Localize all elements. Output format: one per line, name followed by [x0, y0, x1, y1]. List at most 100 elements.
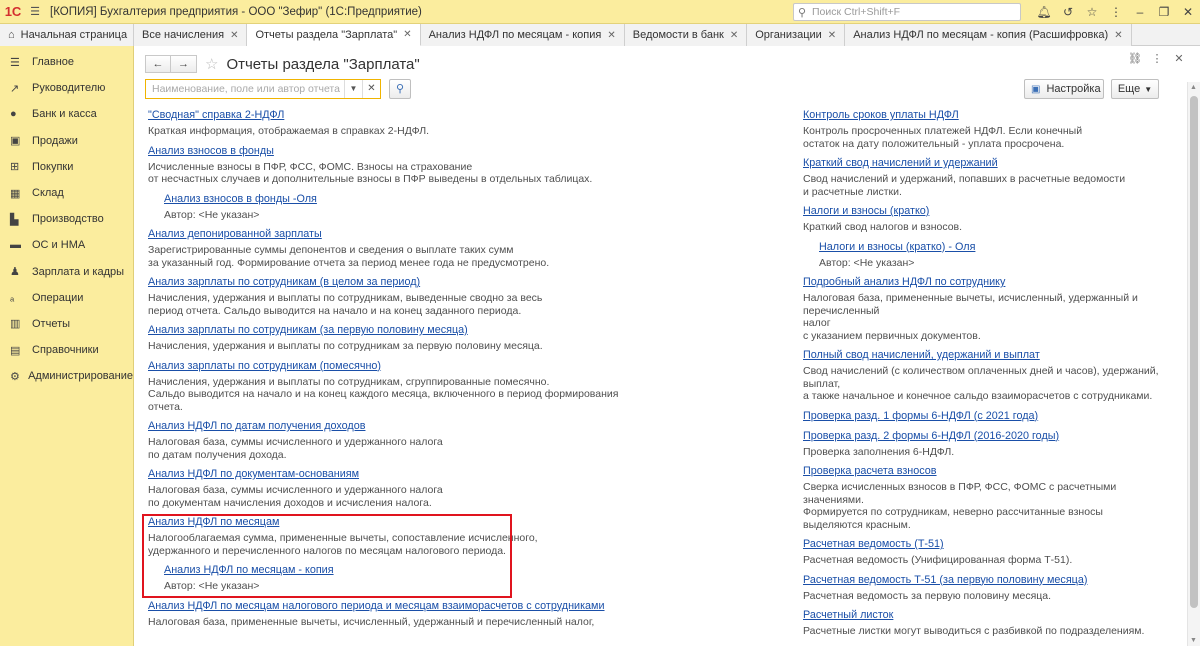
- report-link[interactable]: Расчетный листок: [803, 608, 1188, 622]
- chevron-down-icon: ▼: [1144, 84, 1153, 94]
- close-tab-icon[interactable]: ✕: [403, 29, 411, 40]
- tab-home[interactable]: ⌂ Начальная страница: [0, 24, 134, 46]
- report-item: Контроль сроков уплаты НДФЛ Контроль прос…: [803, 108, 1188, 150]
- sidebar-item-bank[interactable]: ● Банк и касса: [0, 101, 133, 127]
- link-icon[interactable]: ⛓: [1124, 52, 1146, 65]
- sidebar-item-salary[interactable]: ♟ Зарплата и кадры: [0, 259, 133, 285]
- sidebar-item-label: Зарплата и кадры: [32, 265, 125, 278]
- report-link[interactable]: Контроль сроков уплаты НДФЛ: [803, 108, 1188, 122]
- sidebar-item-fixed-assets[interactable]: ▬ ОС и НМА: [0, 232, 133, 258]
- report-link[interactable]: Анализ НДФЛ по месяцам налогового период…: [148, 599, 648, 613]
- report-variant-link[interactable]: Анализ НДФЛ по месяцам - копия: [164, 563, 648, 577]
- tab-organizations[interactable]: Организации ✕: [747, 24, 846, 46]
- report-link[interactable]: Анализ НДФЛ по месяцам: [148, 515, 648, 529]
- close-form-icon[interactable]: ✕: [1168, 52, 1190, 65]
- coin-icon: ●: [10, 108, 17, 121]
- report-item: Расчетный листок Расчетные листки могут в…: [803, 608, 1188, 638]
- vertical-scrollbar[interactable]: ▲ ▼: [1187, 82, 1200, 646]
- sidebar-item-reports[interactable]: ▥ Отчеты: [0, 311, 133, 337]
- tab-ndfl-monthly-copy-details[interactable]: Анализ НДФЛ по месяцам - копия (Расшифро…: [845, 24, 1132, 46]
- tab-label: Анализ НДФЛ по месяцам - копия (Расшифро…: [853, 29, 1109, 41]
- restore-icon[interactable]: ❐: [1152, 5, 1176, 19]
- close-tab-icon[interactable]: ✕: [828, 30, 836, 41]
- report-link[interactable]: Анализ зарплаты по сотрудникам (помесячн…: [148, 359, 648, 373]
- tab-label: Ведомости в банк: [632, 29, 724, 41]
- scrollbar-thumb[interactable]: [1190, 96, 1198, 608]
- page-title: Отчеты раздела "Зарплата": [226, 55, 420, 73]
- sidebar-item-operations[interactable]: ₐ Операции: [0, 285, 133, 311]
- sidebar-item-label: Администрирование: [28, 370, 133, 383]
- report-link[interactable]: Расчетная ведомость (Т-51): [803, 537, 1188, 551]
- bell-icon[interactable]: 🔔︎: [1032, 5, 1056, 19]
- report-description: Налоговая база, примененные вычеты, исчи…: [148, 615, 595, 628]
- report-link[interactable]: Полный свод начислений, удержаний и выпл…: [803, 348, 1188, 362]
- tab-ndfl-monthly-copy[interactable]: Анализ НДФЛ по месяцам - копия ✕: [420, 24, 625, 46]
- report-link[interactable]: Проверка разд. 2 формы 6-НДФЛ (2016-2020…: [803, 429, 1188, 443]
- report-item: Проверка разд. 1 формы 6-НДФЛ (с 2021 го…: [803, 409, 1188, 423]
- operations-icon: ₐ: [10, 291, 15, 304]
- cart-icon: ⊞: [10, 161, 20, 174]
- report-variant-author: Автор: <Не указан>: [819, 256, 915, 269]
- report-link[interactable]: Краткий свод начислений и удержаний: [803, 156, 1188, 170]
- report-link[interactable]: Подробный анализ НДФЛ по сотруднику: [803, 275, 1188, 289]
- report-link[interactable]: Налоги и взносы (кратко): [803, 204, 1188, 218]
- settings-button[interactable]: ▣ Настройка: [1024, 79, 1104, 99]
- favorite-star-icon[interactable]: ☆: [205, 55, 218, 73]
- report-link[interactable]: Расчетная ведомость Т-51 (за первую поло…: [803, 573, 1188, 587]
- report-description: Начисления, удержания и выплаты по сотру…: [148, 340, 543, 352]
- report-link[interactable]: "Сводная" справка 2-НДФЛ: [148, 108, 648, 122]
- sidebar-item-manager[interactable]: ↗ Руководителю: [0, 75, 133, 101]
- back-button[interactable]: ←: [145, 55, 171, 73]
- close-icon[interactable]: ✕: [1176, 5, 1200, 19]
- close-tab-icon[interactable]: ✕: [730, 30, 738, 41]
- sidebar-item-references[interactable]: ▤ Справочники: [0, 337, 133, 363]
- report-description: налог: [803, 317, 831, 329]
- sidebar-item-production[interactable]: ▙ Производство: [0, 206, 133, 232]
- report-variant-link[interactable]: Анализ взносов в фонды -Оля: [164, 192, 648, 206]
- scroll-up-icon[interactable]: ▲: [1190, 84, 1197, 91]
- report-link[interactable]: Анализ депонированной зарплаты: [148, 227, 648, 241]
- sidebar-item-warehouse[interactable]: ▦ Склад: [0, 180, 133, 206]
- find-button[interactable]: ⚲: [389, 79, 411, 99]
- report-link[interactable]: Анализ НДФЛ по датам получения доходов: [148, 419, 648, 433]
- report-link[interactable]: Анализ зарплаты по сотрудникам (в целом …: [148, 275, 648, 289]
- report-variant: Анализ взносов в фонды -Оля Автор: <Не ук…: [164, 192, 648, 222]
- report-link[interactable]: Анализ зарплаты по сотрудникам (за перву…: [148, 323, 648, 337]
- tab-label: Организации: [755, 29, 822, 41]
- sidebar-item-label: Руководителю: [32, 82, 106, 95]
- report-link[interactable]: Анализ взносов в фонды: [148, 144, 648, 158]
- more-button[interactable]: Еще ▼: [1111, 79, 1159, 99]
- list-icon: ☰: [10, 56, 20, 69]
- close-tab-icon[interactable]: ✕: [607, 30, 615, 41]
- minimize-icon[interactable]: –: [1128, 5, 1152, 19]
- global-search-input[interactable]: ⚲ Поиск Ctrl+Shift+F: [793, 3, 1021, 21]
- close-tab-icon[interactable]: ✕: [1114, 30, 1122, 41]
- report-description: Зарегистрированные суммы депонентов и св…: [148, 244, 514, 256]
- menu-icon[interactable]: ☰: [26, 0, 44, 24]
- tab-salary-reports[interactable]: Отчеты раздела "Зарплата" ✕: [247, 24, 421, 46]
- star-icon[interactable]: ☆: [1080, 5, 1104, 19]
- report-link[interactable]: Проверка расчета взносов: [803, 464, 1188, 478]
- report-description: Исчисленные взносы в ПФР, ФСС, ФОМС. Взн…: [148, 160, 473, 173]
- more-menu-icon[interactable]: ⋮: [1146, 52, 1168, 65]
- report-item: Расчетная ведомость (Т-51) Расчетная ведо…: [803, 537, 1188, 567]
- sidebar-item-administration[interactable]: ⚙ Администрирование: [0, 363, 133, 389]
- forward-button[interactable]: →: [171, 55, 197, 73]
- sidebar-item-purchases[interactable]: ⊞ Покупки: [0, 154, 133, 180]
- scroll-down-icon[interactable]: ▼: [1190, 637, 1197, 644]
- report-description: значениями.: [803, 493, 864, 506]
- close-tab-icon[interactable]: ✕: [230, 30, 238, 41]
- history-icon[interactable]: ↺: [1056, 5, 1080, 19]
- report-search-input[interactable]: Наименование, поле или автор отчета ▼ ✕: [145, 79, 381, 99]
- dropdown-arrow-icon[interactable]: ▼: [344, 80, 362, 98]
- sidebar-item-main[interactable]: ☰ Главное: [0, 49, 133, 75]
- report-variant-link[interactable]: Налоги и взносы (кратко) - Оля: [819, 240, 1188, 254]
- tab-bank-statements[interactable]: Ведомости в банк ✕: [624, 24, 748, 46]
- report-item: Анализ НДФЛ по документам-основаниям Нало…: [148, 467, 648, 509]
- more-menu-icon[interactable]: ⋮: [1104, 5, 1128, 19]
- report-link[interactable]: Проверка разд. 1 формы 6-НДФЛ (с 2021 го…: [803, 409, 1188, 423]
- clear-icon[interactable]: ✕: [362, 80, 380, 98]
- tab-all-accruals[interactable]: Все начисления ✕: [134, 24, 248, 46]
- report-link[interactable]: Анализ НДФЛ по документам-основаниям: [148, 467, 648, 481]
- sidebar-item-sales[interactable]: ▣ Продажи: [0, 128, 133, 154]
